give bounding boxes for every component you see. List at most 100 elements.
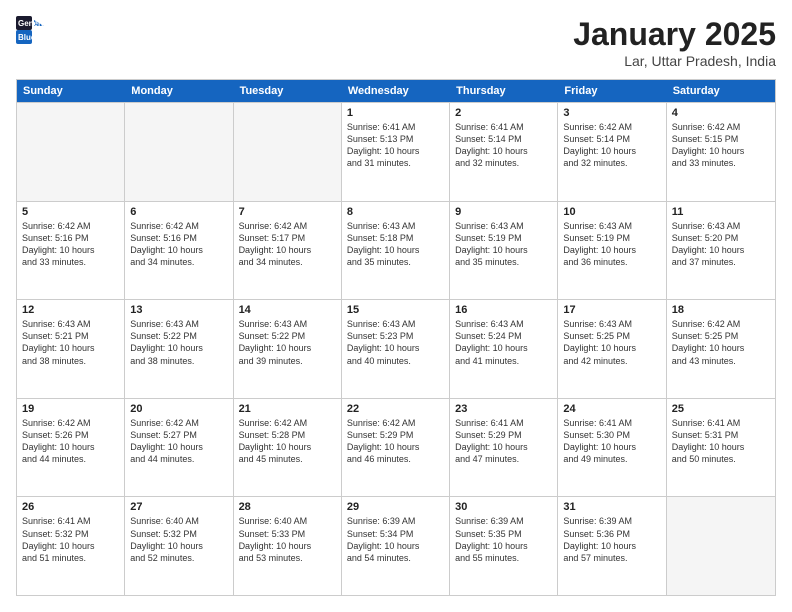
day-number: 12 xyxy=(22,304,119,316)
day-cell-30: 30 Sunrise: 6:39 AM Sunset: 5:35 PM Dayli… xyxy=(450,497,558,595)
day-cell-21: 21Sunrise: 6:42 AM Sunset: 5:28 PM Dayli… xyxy=(234,399,342,497)
day-info: Sunrise: 6:39 AM Sunset: 5:35 PM Dayligh… xyxy=(455,515,552,564)
calendar-week-2: 5Sunrise: 6:42 AM Sunset: 5:16 PM Daylig… xyxy=(17,201,775,300)
day-number: 11 xyxy=(672,206,770,218)
day-cell-1: 1 Sunrise: 6:41 AM Sunset: 5:13 PM Daylig… xyxy=(342,103,450,201)
day-number: 8 xyxy=(347,206,444,218)
day-cell-12: 12 Sunrise: 6:43 AM Sunset: 5:21 PM Dayli… xyxy=(17,300,125,398)
logo: GeneralBlue xyxy=(16,16,52,44)
day-info: Sunrise: 6:41 AM Sunset: 5:32 PM Dayligh… xyxy=(22,515,119,564)
day-cell-31: 31 Sunrise: 6:39 AM Sunset: 5:36 PM Dayli… xyxy=(558,497,666,595)
svg-text:General: General xyxy=(18,19,48,28)
header-day-saturday: Saturday xyxy=(667,80,775,102)
header-day-wednesday: Wednesday xyxy=(342,80,450,102)
day-cell-5: 5Sunrise: 6:42 AM Sunset: 5:16 PM Daylig… xyxy=(17,202,125,300)
empty-cell xyxy=(234,103,342,201)
day-cell-11: 11 Sunrise: 6:43 AM Sunset: 5:20 PM Dayli… xyxy=(667,202,775,300)
header-day-sunday: Sunday xyxy=(17,80,125,102)
title-block: January 2025 Lar, Uttar Pradesh, India xyxy=(573,16,776,69)
day-info: Sunrise: 6:42 AM Sunset: 5:14 PM Dayligh… xyxy=(563,121,660,170)
day-cell-19: 19 Sunrise: 6:42 AM Sunset: 5:26 PM Dayli… xyxy=(17,399,125,497)
day-cell-16: 16Sunrise: 6:43 AM Sunset: 5:24 PM Dayli… xyxy=(450,300,558,398)
day-number: 13 xyxy=(130,304,227,316)
calendar-week-4: 19 Sunrise: 6:42 AM Sunset: 5:26 PM Dayli… xyxy=(17,398,775,497)
day-cell-27: 27 Sunrise: 6:40 AM Sunset: 5:32 PM Dayli… xyxy=(125,497,233,595)
day-info: Sunrise: 6:42 AM Sunset: 5:26 PM Dayligh… xyxy=(22,417,119,466)
day-number: 6 xyxy=(130,206,227,218)
day-info: Sunrise: 6:40 AM Sunset: 5:32 PM Dayligh… xyxy=(130,515,227,564)
logo-svg: GeneralBlue xyxy=(16,16,52,44)
day-cell-15: 15 Sunrise: 6:43 AM Sunset: 5:23 PM Dayli… xyxy=(342,300,450,398)
day-number: 9 xyxy=(455,206,552,218)
day-cell-8: 8 Sunrise: 6:43 AM Sunset: 5:18 PM Daylig… xyxy=(342,202,450,300)
day-cell-22: 22 Sunrise: 6:42 AM Sunset: 5:29 PM Dayli… xyxy=(342,399,450,497)
empty-cell xyxy=(667,497,775,595)
day-number: 27 xyxy=(130,501,227,513)
day-number: 4 xyxy=(672,107,770,119)
day-number: 29 xyxy=(347,501,444,513)
day-info: Sunrise: 6:41 AM Sunset: 5:31 PM Dayligh… xyxy=(672,417,770,466)
day-number: 2 xyxy=(455,107,552,119)
day-cell-18: 18 Sunrise: 6:42 AM Sunset: 5:25 PM Dayli… xyxy=(667,300,775,398)
day-number: 30 xyxy=(455,501,552,513)
day-info: Sunrise: 6:42 AM Sunset: 5:17 PM Dayligh… xyxy=(239,220,336,269)
day-info: Sunrise: 6:41 AM Sunset: 5:13 PM Dayligh… xyxy=(347,121,444,170)
day-number: 25 xyxy=(672,403,770,415)
day-cell-10: 10Sunrise: 6:43 AM Sunset: 5:19 PM Dayli… xyxy=(558,202,666,300)
day-cell-7: 7 Sunrise: 6:42 AM Sunset: 5:17 PM Daylig… xyxy=(234,202,342,300)
day-number: 23 xyxy=(455,403,552,415)
day-info: Sunrise: 6:43 AM Sunset: 5:18 PM Dayligh… xyxy=(347,220,444,269)
day-number: 22 xyxy=(347,403,444,415)
day-info: Sunrise: 6:41 AM Sunset: 5:29 PM Dayligh… xyxy=(455,417,552,466)
day-cell-13: 13 Sunrise: 6:43 AM Sunset: 5:22 PM Dayli… xyxy=(125,300,233,398)
day-info: Sunrise: 6:43 AM Sunset: 5:24 PM Dayligh… xyxy=(455,318,552,367)
day-info: Sunrise: 6:41 AM Sunset: 5:30 PM Dayligh… xyxy=(563,417,660,466)
day-number: 15 xyxy=(347,304,444,316)
empty-cell xyxy=(125,103,233,201)
day-number: 21 xyxy=(239,403,336,415)
header-day-tuesday: Tuesday xyxy=(234,80,342,102)
day-info: Sunrise: 6:43 AM Sunset: 5:25 PM Dayligh… xyxy=(563,318,660,367)
day-info: Sunrise: 6:43 AM Sunset: 5:19 PM Dayligh… xyxy=(563,220,660,269)
calendar: SundayMondayTuesdayWednesdayThursdayFrid… xyxy=(16,79,776,596)
day-cell-29: 29 Sunrise: 6:39 AM Sunset: 5:34 PM Dayli… xyxy=(342,497,450,595)
day-info: Sunrise: 6:39 AM Sunset: 5:36 PM Dayligh… xyxy=(563,515,660,564)
day-info: Sunrise: 6:43 AM Sunset: 5:22 PM Dayligh… xyxy=(130,318,227,367)
day-info: Sunrise: 6:43 AM Sunset: 5:21 PM Dayligh… xyxy=(22,318,119,367)
day-cell-20: 20 Sunrise: 6:42 AM Sunset: 5:27 PM Dayli… xyxy=(125,399,233,497)
day-info: Sunrise: 6:39 AM Sunset: 5:34 PM Dayligh… xyxy=(347,515,444,564)
day-cell-25: 25 Sunrise: 6:41 AM Sunset: 5:31 PM Dayli… xyxy=(667,399,775,497)
empty-cell xyxy=(17,103,125,201)
calendar-week-5: 26 Sunrise: 6:41 AM Sunset: 5:32 PM Dayli… xyxy=(17,496,775,595)
day-cell-17: 17 Sunrise: 6:43 AM Sunset: 5:25 PM Dayli… xyxy=(558,300,666,398)
day-number: 1 xyxy=(347,107,444,119)
day-info: Sunrise: 6:40 AM Sunset: 5:33 PM Dayligh… xyxy=(239,515,336,564)
day-number: 19 xyxy=(22,403,119,415)
day-cell-4: 4Sunrise: 6:42 AM Sunset: 5:15 PM Daylig… xyxy=(667,103,775,201)
day-number: 31 xyxy=(563,501,660,513)
day-number: 17 xyxy=(563,304,660,316)
calendar-body: 1 Sunrise: 6:41 AM Sunset: 5:13 PM Daylig… xyxy=(17,102,775,595)
day-info: Sunrise: 6:42 AM Sunset: 5:29 PM Dayligh… xyxy=(347,417,444,466)
day-info: Sunrise: 6:43 AM Sunset: 5:20 PM Dayligh… xyxy=(672,220,770,269)
day-number: 18 xyxy=(672,304,770,316)
day-cell-3: 3Sunrise: 6:42 AM Sunset: 5:14 PM Daylig… xyxy=(558,103,666,201)
day-info: Sunrise: 6:43 AM Sunset: 5:23 PM Dayligh… xyxy=(347,318,444,367)
day-cell-14: 14Sunrise: 6:43 AM Sunset: 5:22 PM Dayli… xyxy=(234,300,342,398)
calendar-week-3: 12 Sunrise: 6:43 AM Sunset: 5:21 PM Dayli… xyxy=(17,299,775,398)
day-number: 24 xyxy=(563,403,660,415)
day-info: Sunrise: 6:43 AM Sunset: 5:22 PM Dayligh… xyxy=(239,318,336,367)
calendar-week-1: 1 Sunrise: 6:41 AM Sunset: 5:13 PM Daylig… xyxy=(17,102,775,201)
day-cell-24: 24 Sunrise: 6:41 AM Sunset: 5:30 PM Dayli… xyxy=(558,399,666,497)
day-number: 7 xyxy=(239,206,336,218)
day-info: Sunrise: 6:42 AM Sunset: 5:25 PM Dayligh… xyxy=(672,318,770,367)
day-number: 20 xyxy=(130,403,227,415)
page: GeneralBlue January 2025 Lar, Uttar Prad… xyxy=(0,0,792,612)
header-day-monday: Monday xyxy=(125,80,233,102)
header-day-friday: Friday xyxy=(558,80,666,102)
day-info: Sunrise: 6:42 AM Sunset: 5:27 PM Dayligh… xyxy=(130,417,227,466)
month-title: January 2025 xyxy=(573,16,776,53)
day-number: 5 xyxy=(22,206,119,218)
day-number: 26 xyxy=(22,501,119,513)
calendar-header: SundayMondayTuesdayWednesdayThursdayFrid… xyxy=(17,80,775,102)
